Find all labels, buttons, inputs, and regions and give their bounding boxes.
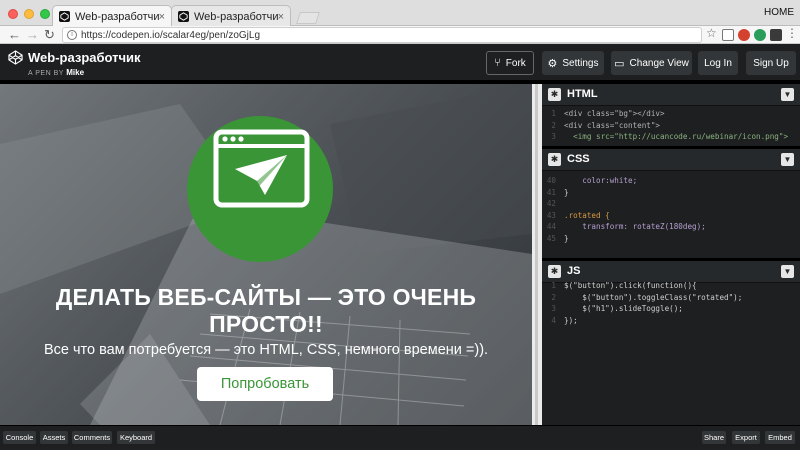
codepen-footer: Console Assets Comments Keyboard Share E…: [0, 425, 800, 450]
pane-resizer[interactable]: [532, 84, 542, 425]
info-icon[interactable]: i: [67, 30, 77, 40]
window-close-button[interactable]: [8, 9, 18, 19]
editor-column: ✱ HTML ▼ 1 <div class="bg"></div> 2 <div c…: [542, 84, 800, 425]
bookmark-star-icon[interactable]: ☆: [706, 26, 717, 40]
settings-label: Settings: [562, 57, 599, 69]
code-line: 2 <div class="content">: [551, 120, 661, 130]
layout-icon: ▭: [614, 57, 625, 70]
code-line: 4});: [551, 315, 578, 325]
comments-button[interactable]: Comments: [72, 431, 112, 444]
embed-button[interactable]: Embed: [765, 431, 795, 444]
tab-title: Web-разработчик: [75, 10, 159, 23]
settings-button[interactable]: ⚙ Settings: [542, 51, 604, 75]
code-line: 1 $("button").click(function(){: [551, 281, 697, 290]
code-line: 42: [546, 199, 556, 208]
codepen-logo-icon[interactable]: [8, 50, 23, 65]
css-code[interactable]: 40 color:white; 41} 42 43 .rotated { 44 t…: [542, 175, 800, 260]
extension-icon[interactable]: [754, 29, 766, 41]
url-text: https://codepen.io/scalar4eg/pen/zoGjLg: [81, 29, 261, 41]
change-view-button[interactable]: ▭ Change View: [611, 51, 692, 75]
css-panel-header: ✱ CSS ▼: [542, 149, 800, 171]
html-code[interactable]: 1 <div class="bg"></div> 2 <div class="con…: [542, 108, 800, 148]
address-bar-row: ← → ↻ i https://codepen.io/scalar4eg/pen…: [0, 26, 800, 44]
chevron-down-icon[interactable]: ▼: [781, 153, 794, 166]
reload-icon[interactable]: ↻: [44, 27, 55, 43]
signup-label: Sign Up: [753, 57, 789, 69]
code-line: 40 color:white;: [546, 176, 638, 185]
browser-paper-plane-icon: [213, 129, 310, 208]
login-button[interactable]: Log In: [698, 51, 738, 75]
code-line: 44 transform: rotateZ(180deg);: [546, 222, 706, 231]
chevron-down-icon[interactable]: ▼: [781, 88, 794, 101]
export-button[interactable]: Export: [732, 431, 760, 444]
css-editor-panel: ✱ CSS ▼ 40 color:white; 41} 42 43 .rotate…: [542, 149, 800, 260]
extension-icon[interactable]: [770, 29, 782, 41]
preview-subtext: Все что вам потребуется — это HTML, CSS,…: [43, 342, 489, 358]
keyboard-button[interactable]: Keyboard: [117, 431, 155, 444]
gear-icon[interactable]: ✱: [548, 88, 561, 101]
fork-icon: ⑂: [494, 57, 501, 69]
back-arrow-icon[interactable]: ←: [8, 27, 21, 43]
forward-arrow-icon[interactable]: →: [26, 27, 39, 43]
assets-button[interactable]: Assets: [40, 431, 68, 444]
profile-label[interactable]: HOME: [764, 7, 794, 18]
code-line: 43 .rotated {: [546, 210, 610, 220]
code-line: 1 <div class="bg"></div>: [551, 109, 665, 118]
console-button[interactable]: Console: [3, 431, 36, 444]
browser-tab[interactable]: Web-разработчик ×: [171, 5, 291, 27]
code-line: 2 $("button").toggleClass("rotated");: [551, 292, 743, 302]
code-line: 3 $("h1").slideToggle();: [551, 304, 683, 313]
gear-icon[interactable]: ✱: [548, 153, 561, 166]
codepen-favicon-icon: [59, 11, 70, 22]
share-button[interactable]: Share: [702, 431, 726, 444]
try-button[interactable]: Попробовать: [197, 367, 333, 401]
html-editor-panel: ✱ HTML ▼ 1 <div class="bg"></div> 2 <div c…: [542, 84, 800, 148]
code-line: 41}: [546, 187, 569, 197]
code-line: 45}: [546, 233, 569, 243]
fork-label: Fork: [505, 57, 526, 69]
signup-button[interactable]: Sign Up: [746, 51, 796, 75]
code-line: 3 <img src="http://ucancode.ru/webinar/i…: [551, 132, 789, 141]
window-minimize-button[interactable]: [24, 9, 34, 19]
codepen-favicon-icon: [178, 11, 189, 22]
tab-close-icon[interactable]: ×: [278, 11, 284, 23]
js-editor-panel: ✱ JS ▼ 1 $("button").click(function(){ 2 …: [542, 261, 800, 425]
html-panel-title: HTML: [567, 88, 598, 100]
login-label: Log In: [704, 57, 732, 69]
result-preview: ДЕЛАТЬ ВЕБ-САЙТЫ — ЭТО ОЧЕНЬ ПРОСТО!! Вс…: [0, 84, 532, 425]
gear-icon: ⚙: [547, 57, 558, 70]
tab-title: Web-разработчик: [194, 10, 278, 23]
window-zoom-button[interactable]: [40, 9, 50, 19]
chevron-down-icon[interactable]: ▼: [781, 265, 794, 278]
extension-icon[interactable]: [722, 29, 734, 41]
js-panel-title: JS: [567, 265, 581, 277]
browser-tab-active[interactable]: Web-разработчик ×: [52, 5, 172, 27]
browser-tab-strip: Web-разработчик × Web-разработчик × HOME: [0, 0, 800, 27]
fork-button[interactable]: ⑂ Fork: [486, 51, 534, 75]
pen-author[interactable]: Mike: [66, 68, 84, 77]
pen-title: Web-разработчик: [28, 50, 141, 65]
css-panel-title: CSS: [567, 153, 590, 165]
browser-menu-icon[interactable]: ⋮: [786, 26, 798, 40]
js-code[interactable]: 1 $("button").click(function(){ 2 $("butt…: [542, 280, 800, 418]
change-view-label: Change View: [629, 57, 689, 69]
preview-heading: ДЕЛАТЬ ВЕБ-САЙТЫ — ЭТО ОЧЕНЬ ПРОСТО!!: [55, 284, 477, 337]
new-tab-button[interactable]: [296, 12, 320, 24]
pen-author-line: A PEN BY Mike: [28, 68, 84, 77]
codepen-header: Web-разработчик A PEN BY Mike ⑂ Fork ⚙ Set…: [0, 44, 800, 82]
url-field[interactable]: i https://codepen.io/scalar4eg/pen/zoGjL…: [62, 27, 702, 43]
extension-icon[interactable]: [738, 29, 750, 41]
by-prefix: A PEN BY: [28, 70, 64, 77]
gear-icon[interactable]: ✱: [548, 265, 561, 278]
html-panel-header: ✱ HTML ▼: [542, 84, 800, 106]
tab-close-icon[interactable]: ×: [159, 11, 165, 23]
